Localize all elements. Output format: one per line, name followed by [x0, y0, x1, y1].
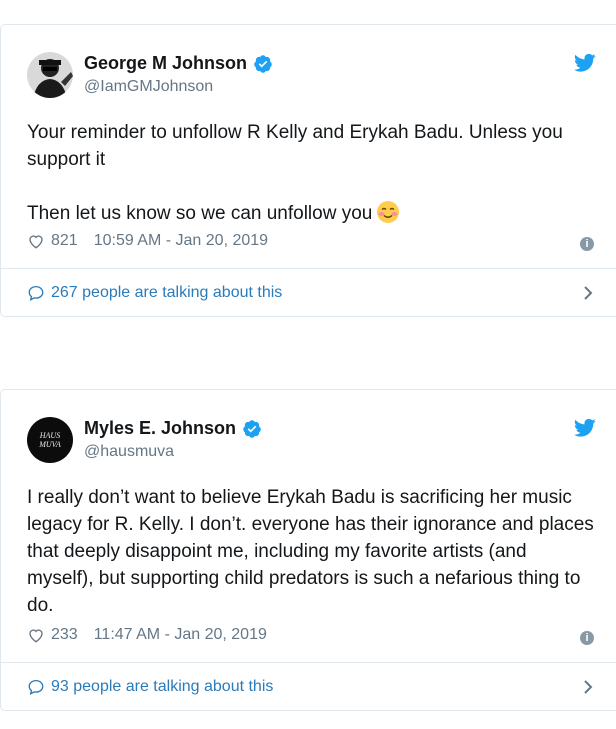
like-count[interactable]: 821: [51, 232, 78, 250]
author-row: George M Johnson: [84, 53, 273, 74]
timestamp[interactable]: 11:47 AM - Jan 20, 2019: [94, 626, 267, 644]
divider: [1, 268, 616, 269]
blushing-smile-emoji-icon: [377, 201, 400, 223]
twitter-bird-icon[interactable]: [574, 418, 596, 438]
svg-text:MUVA: MUVA: [38, 440, 61, 449]
avatar[interactable]: [27, 52, 73, 98]
author-name[interactable]: George M Johnson: [84, 53, 247, 74]
conversation-count[interactable]: 93 people are talking about this: [51, 678, 273, 696]
tweet-card-1: George M Johnson @IamGMJohnson Your remi…: [0, 24, 616, 317]
avatar[interactable]: HAUS MUVA: [27, 417, 73, 463]
like-count[interactable]: 233: [51, 626, 78, 644]
conversation-link[interactable]: 267 people are talking about this: [27, 284, 282, 302]
verified-icon: [243, 419, 261, 438]
tweet-meta: 233 11:47 AM - Jan 20, 2019: [27, 626, 267, 644]
author-row: Myles E. Johnson: [84, 418, 262, 439]
chevron-right-icon[interactable]: [582, 285, 594, 301]
timestamp[interactable]: 10:59 AM - Jan 20, 2019: [94, 232, 268, 250]
conversation-link[interactable]: 93 people are talking about this: [27, 678, 273, 696]
tweet-text: I really don’t want to believe Erykah Ba…: [27, 487, 600, 616]
tweet-card-2: HAUS MUVA Myles E. Johnson @hausmuva I r…: [0, 389, 616, 711]
tweet-text: Your reminder to unfollow R Kelly and Er…: [27, 119, 594, 227]
author-handle[interactable]: @hausmuva: [84, 443, 174, 461]
tweet-text-body: Your reminder to unfollow R Kelly and Er…: [27, 122, 563, 224]
info-icon[interactable]: i: [580, 631, 594, 645]
conversation-count[interactable]: 267 people are talking about this: [51, 284, 282, 302]
divider: [1, 662, 616, 663]
author-handle[interactable]: @IamGMJohnson: [84, 78, 213, 96]
author-name[interactable]: Myles E. Johnson: [84, 418, 236, 439]
heart-icon[interactable]: [27, 626, 45, 644]
speech-bubble-icon: [28, 285, 44, 302]
chevron-right-icon[interactable]: [582, 679, 594, 695]
speech-bubble-icon: [28, 679, 44, 696]
info-icon[interactable]: i: [580, 237, 594, 251]
svg-text:HAUS: HAUS: [39, 431, 60, 440]
twitter-bird-icon[interactable]: [574, 53, 596, 73]
verified-icon: [254, 54, 272, 73]
tweet-meta: 821 10:59 AM - Jan 20, 2019: [27, 232, 268, 250]
heart-icon[interactable]: [27, 232, 45, 250]
